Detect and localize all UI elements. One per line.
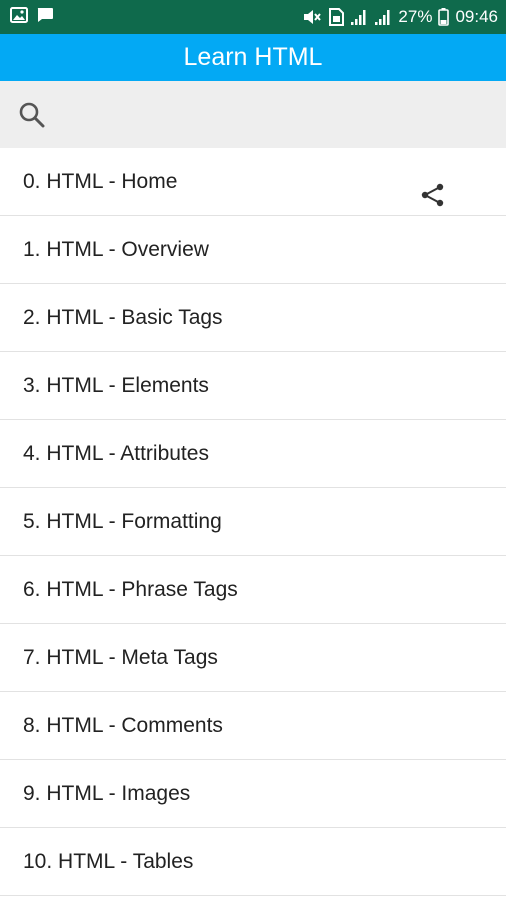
- search-icon[interactable]: [18, 101, 46, 129]
- list-item[interactable]: 9. HTML - Images: [0, 760, 506, 828]
- list-item[interactable]: 6. HTML - Phrase Tags: [0, 556, 506, 624]
- list-item[interactable]: 10. HTML - Tables: [0, 828, 506, 896]
- battery-percent: 27%: [398, 7, 433, 26]
- list-item[interactable]: 3. HTML - Elements: [0, 352, 506, 420]
- sim-icon: [328, 8, 345, 26]
- list-item[interactable]: 5. HTML - Formatting: [0, 488, 506, 556]
- status-left-icons: [10, 6, 54, 28]
- lesson-list: 0. HTML - Home 1. HTML - Overview 2. HTM…: [0, 148, 506, 896]
- status-bar: 27% 09:46: [0, 0, 506, 34]
- app-bar: Learn HTML: [0, 34, 506, 81]
- list-item[interactable]: 0. HTML - Home: [0, 148, 506, 216]
- list-item[interactable]: 4. HTML - Attributes: [0, 420, 506, 488]
- list-item[interactable]: 7. HTML - Meta Tags: [0, 624, 506, 692]
- status-right-icons: 27% 09:46: [302, 7, 498, 27]
- battery-icon: [438, 8, 450, 26]
- gallery-notification-icon: [10, 6, 28, 28]
- list-item[interactable]: 8. HTML - Comments: [0, 692, 506, 760]
- signal-1-icon: [350, 8, 368, 26]
- list-item[interactable]: 2. HTML - Basic Tags: [0, 284, 506, 352]
- message-notification-icon: [36, 7, 54, 28]
- clock: 09:46: [455, 7, 498, 26]
- app-title: Learn HTML: [183, 43, 323, 71]
- toolbar: [0, 81, 506, 207]
- list-item[interactable]: 1. HTML - Overview: [0, 216, 506, 284]
- mute-icon: [302, 8, 322, 26]
- signal-2-icon: [374, 8, 392, 26]
